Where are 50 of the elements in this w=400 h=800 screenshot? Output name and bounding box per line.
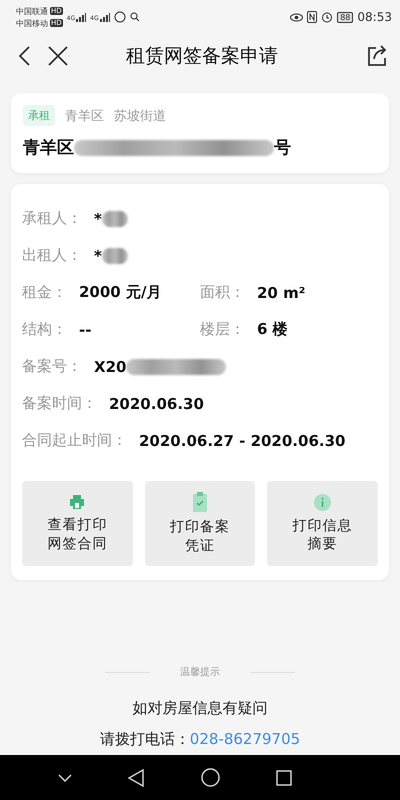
field-value: X20 xyxy=(94,358,126,376)
field-value: 20 m² xyxy=(257,284,306,302)
field-value: 2020.06.27 - 2020.06.30 xyxy=(139,432,346,450)
eye-icon xyxy=(290,12,304,22)
district-label: 青羊区 xyxy=(65,108,104,124)
street-label: 苏坡街道 xyxy=(114,108,166,124)
action-button[interactable]: 打印备案凭证 xyxy=(144,481,256,566)
field-value: 2000 元/月 xyxy=(79,283,162,302)
field-label: 结构： xyxy=(22,320,67,339)
page-title: 租赁网签备案申请 xyxy=(125,44,279,69)
field-value: 2020.06.30 xyxy=(109,394,204,412)
clock-time: 08:53 xyxy=(357,10,392,24)
signal-icon xyxy=(76,12,86,22)
chevron-down-icon[interactable] xyxy=(58,774,72,782)
back-icon[interactable] xyxy=(18,46,30,66)
phone-label: 请拨打电话： xyxy=(100,730,190,749)
field-label: 面积： xyxy=(200,283,245,302)
action-button[interactable]: 查看打印网签合同 xyxy=(22,481,133,566)
signal-icon xyxy=(100,12,110,22)
carrier-name: 中国联通 xyxy=(16,6,48,16)
back-triangle-icon[interactable] xyxy=(128,768,144,786)
field-label: 承租人： xyxy=(22,209,82,228)
rent-tag: 承租 xyxy=(23,105,55,126)
carrier-name: 中国移动 xyxy=(16,18,48,28)
alarm-icon xyxy=(321,11,334,23)
field-label: 楼层： xyxy=(200,320,245,339)
field-label: 租金： xyxy=(22,283,67,302)
search-icon xyxy=(130,12,140,22)
recents-icon[interactable] xyxy=(276,770,292,786)
clipboard-check-icon xyxy=(193,492,207,512)
share-icon[interactable] xyxy=(366,45,388,67)
field-value: * xyxy=(94,246,102,264)
field-value: 6 楼 xyxy=(257,320,288,339)
close-icon[interactable] xyxy=(48,46,68,66)
info-icon xyxy=(314,494,332,511)
field-value: -- xyxy=(79,320,92,338)
field-label: 备案号： xyxy=(22,357,82,376)
address-text: 青羊区 xyxy=(23,137,74,159)
nfc-icon xyxy=(307,11,318,23)
tips-heading: 温馨提示 xyxy=(180,666,220,679)
printer-icon xyxy=(69,494,86,510)
field-label: 备案时间： xyxy=(22,394,97,413)
battery-level: 88 xyxy=(337,12,354,22)
tips-text: 如对房屋信息有疑问 xyxy=(132,699,268,718)
address-text: 号 xyxy=(274,137,291,159)
home-icon[interactable] xyxy=(200,768,220,787)
field-label: 出租人： xyxy=(22,246,82,265)
field-label: 合同起止时间： xyxy=(22,431,127,450)
field-value: * xyxy=(94,210,102,228)
action-button[interactable]: 打印信息摘要 xyxy=(267,481,378,566)
